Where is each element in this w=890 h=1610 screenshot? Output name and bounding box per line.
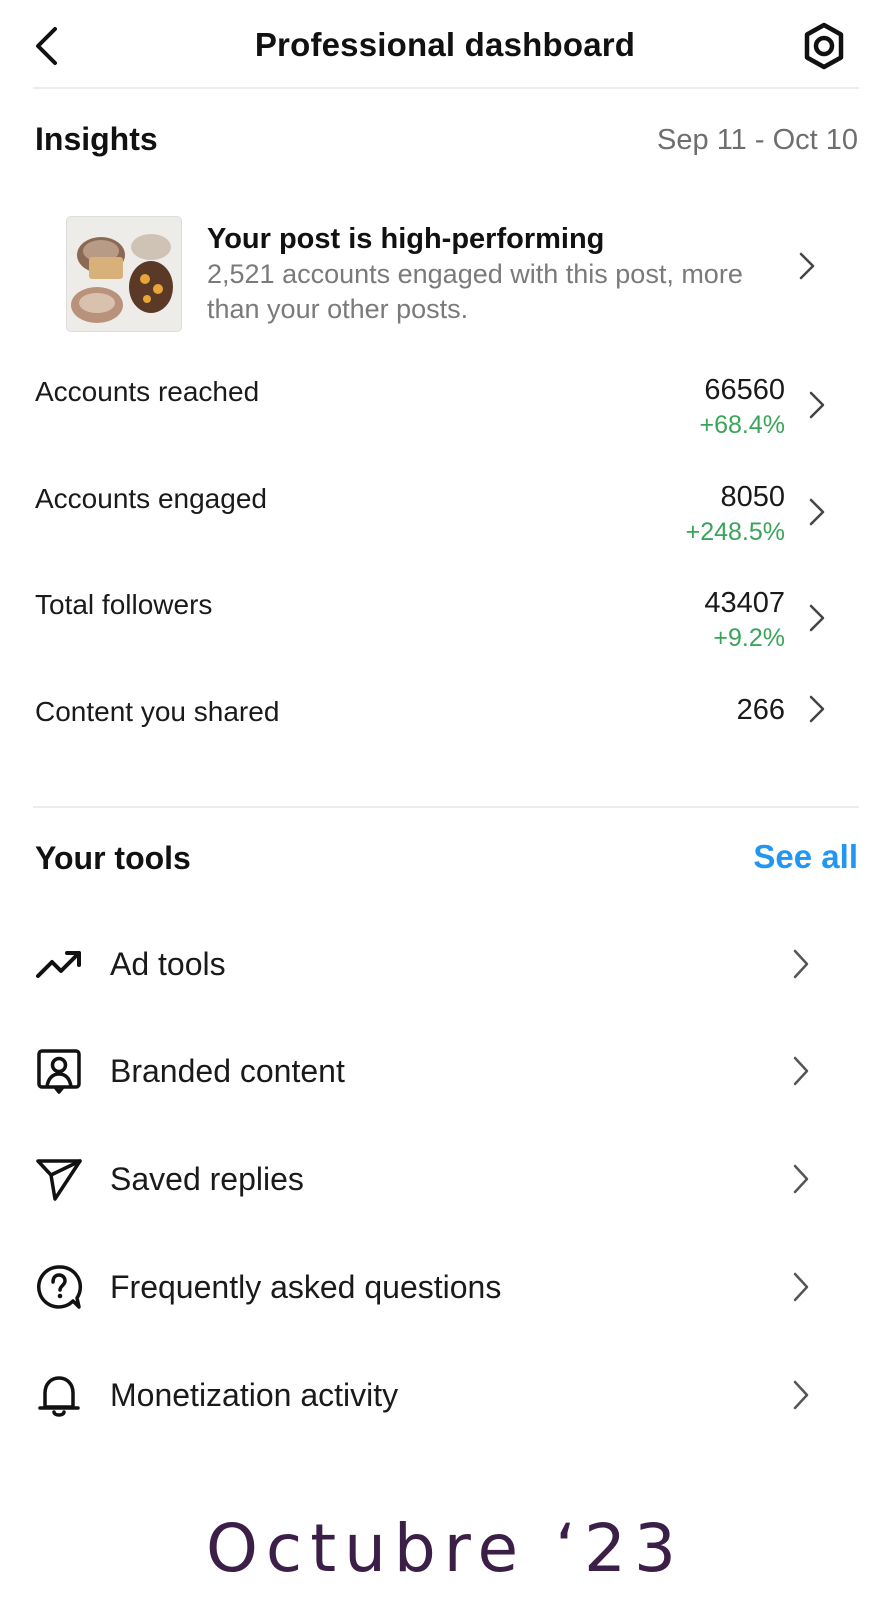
chevron-right-icon bbox=[799, 252, 815, 280]
chevron-right-icon bbox=[793, 1164, 809, 1194]
tool-monetization-activity[interactable]: Monetization activity bbox=[0, 1355, 890, 1435]
chevron-right-icon bbox=[793, 1056, 809, 1086]
settings-button[interactable] bbox=[798, 20, 850, 72]
chevron-right-icon bbox=[793, 1380, 809, 1410]
trending-up-icon bbox=[36, 951, 81, 978]
metric-value: 266 bbox=[736, 694, 785, 726]
metric-label: Accounts engaged bbox=[35, 483, 267, 514]
metric-change: +68.4% bbox=[699, 411, 786, 439]
metric-label: Total followers bbox=[35, 589, 213, 620]
section-divider bbox=[33, 806, 859, 808]
chevron-right-icon bbox=[793, 949, 809, 979]
high-performing-post-card[interactable]: Your post is high-performing 2,521 accou… bbox=[66, 213, 856, 333]
date-range[interactable]: Sep 11 - Oct 10 bbox=[657, 124, 858, 157]
header-divider bbox=[33, 87, 859, 89]
tool-saved-replies[interactable]: Saved replies bbox=[0, 1139, 890, 1219]
chevron-right-icon bbox=[809, 391, 825, 419]
tool-label: Branded content bbox=[110, 1053, 345, 1089]
paper-plane-icon bbox=[36, 1159, 82, 1201]
bell-icon bbox=[38, 1376, 80, 1417]
post-thumbnail bbox=[66, 216, 182, 332]
tool-label: Saved replies bbox=[110, 1161, 304, 1197]
insights-heading: Insights bbox=[35, 121, 158, 157]
branded-content-icon bbox=[37, 1049, 81, 1094]
gear-icon bbox=[804, 22, 844, 70]
metric-accounts-engaged[interactable]: Accounts engaged 8050 +248.5% bbox=[0, 471, 890, 561]
metric-value: 43407 bbox=[704, 587, 785, 619]
app-header: Professional dashboard bbox=[0, 0, 890, 92]
tool-ad-tools[interactable]: Ad tools bbox=[0, 924, 890, 1004]
highlight-title: Your post is high-performing bbox=[207, 223, 605, 255]
tool-label: Monetization activity bbox=[110, 1377, 399, 1413]
tools-heading: Your tools bbox=[35, 840, 191, 876]
metric-label: Accounts reached bbox=[35, 376, 260, 407]
month-caption: Octubre ‘23 bbox=[205, 1510, 685, 1587]
tool-label: Frequently asked questions bbox=[110, 1269, 502, 1305]
metric-total-followers[interactable]: Total followers 43407 +9.2% bbox=[0, 577, 890, 667]
tool-branded-content[interactable]: Branded content bbox=[0, 1031, 890, 1111]
chevron-right-icon bbox=[793, 1272, 809, 1302]
chevron-right-icon bbox=[809, 604, 825, 632]
metric-accounts-reached[interactable]: Accounts reached 66560 +68.4% bbox=[0, 364, 890, 454]
chevron-right-icon bbox=[809, 498, 825, 526]
tool-faq[interactable]: Frequently asked questions bbox=[0, 1247, 890, 1327]
metric-label: Content you shared bbox=[35, 696, 280, 727]
metric-value: 66560 bbox=[704, 374, 785, 406]
highlight-description: 2,521 accounts engaged with this post, m… bbox=[207, 259, 743, 324]
metric-change: +248.5% bbox=[685, 518, 785, 546]
tool-label: Ad tools bbox=[110, 946, 226, 982]
question-bubble-icon bbox=[36, 1265, 83, 1309]
metric-value: 8050 bbox=[720, 481, 785, 513]
metric-content-shared[interactable]: Content you shared 266 bbox=[0, 684, 890, 774]
page-title: Professional dashboard bbox=[254, 26, 636, 63]
see-all-link[interactable]: See all bbox=[753, 838, 858, 876]
chevron-right-icon bbox=[809, 695, 825, 723]
metric-change: +9.2% bbox=[713, 624, 785, 652]
